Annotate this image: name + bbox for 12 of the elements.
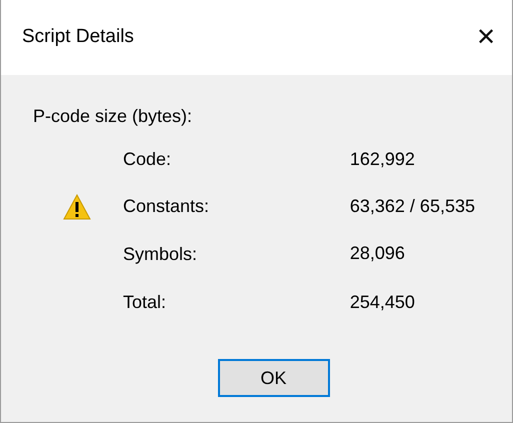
row-value: 162,992 [350,148,416,171]
row-label: Constants: [123,196,210,216]
row-value: 63,362 / 65,535 [350,195,475,218]
row-label: Total: [123,292,166,312]
row-label: Code: [123,149,172,169]
row-label: Symbols: [123,244,198,264]
ok-button[interactable]: OK [218,359,330,398]
section-label: P-code size (bytes): [33,105,194,128]
window-title: Script Details [22,25,134,50]
close-button[interactable]: ✕ [476,26,496,50]
row-value: 254,450 [350,291,416,314]
row-value: 28,096 [350,242,406,266]
